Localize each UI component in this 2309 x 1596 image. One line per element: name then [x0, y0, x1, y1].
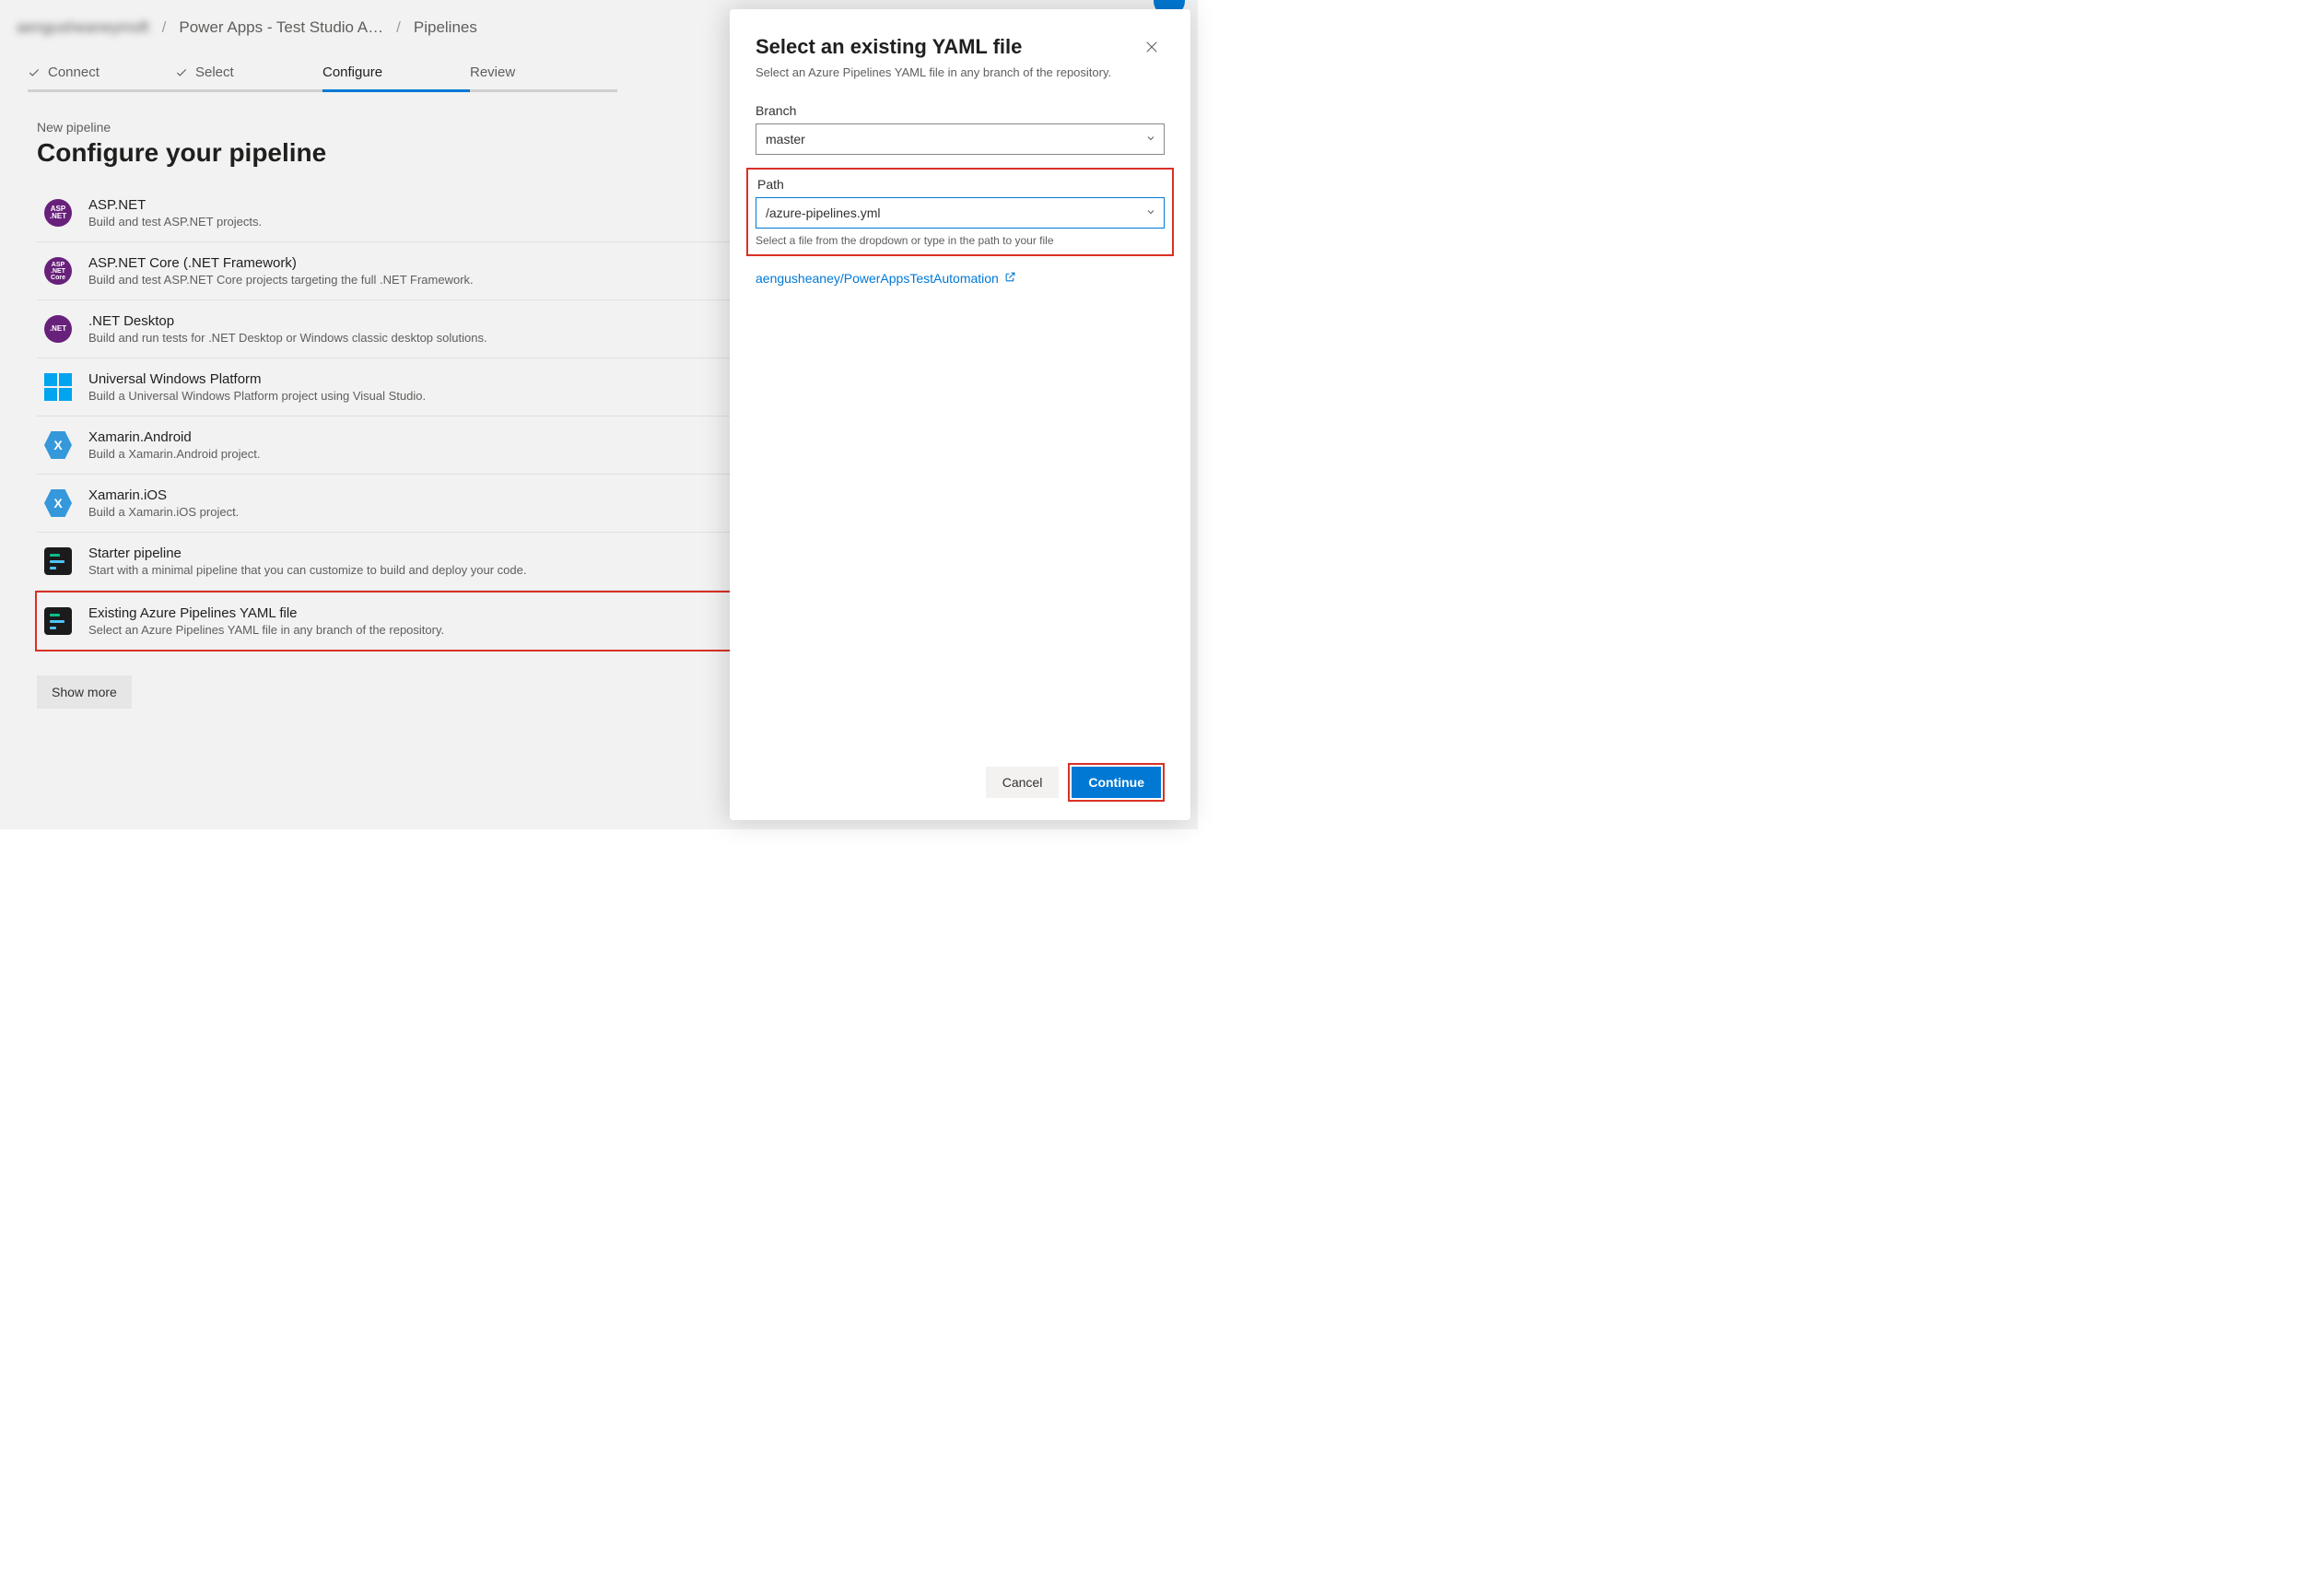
path-hint: Select a file from the dropdown or type …: [756, 234, 1165, 247]
panel-title: Select an existing YAML file: [756, 35, 1111, 59]
panel-subtitle: Select an Azure Pipelines YAML file in a…: [756, 65, 1111, 81]
breadcrumb-page[interactable]: Pipelines: [414, 18, 477, 37]
close-icon: [1143, 39, 1160, 58]
step-review[interactable]: Review: [470, 65, 617, 92]
chevron-down-icon: [1145, 132, 1156, 147]
chevron-down-icon: [1145, 205, 1156, 220]
continue-button[interactable]: Continue: [1072, 767, 1161, 798]
yaml-file-panel: Select an existing YAML file Select an A…: [730, 9, 1190, 820]
step-connect[interactable]: Connect: [28, 65, 175, 92]
path-label: Path: [757, 177, 1165, 192]
branch-label: Branch: [756, 103, 1165, 118]
yaml-icon: [44, 547, 72, 575]
close-button[interactable]: [1139, 35, 1165, 61]
aspnetcore-icon: ASP .NET Core: [44, 257, 72, 285]
check-icon: [28, 66, 41, 79]
netdesktop-icon: .NET: [44, 315, 72, 343]
windows-icon: [44, 373, 72, 401]
show-more-button[interactable]: Show more: [37, 675, 132, 709]
branch-dropdown[interactable]: master: [756, 123, 1165, 155]
breadcrumb-org[interactable]: aengusheaneymsft: [17, 18, 149, 37]
path-dropdown[interactable]: /azure-pipelines.yml: [756, 197, 1165, 229]
yaml-icon: [44, 607, 72, 635]
xamarin-icon: X: [44, 431, 72, 459]
breadcrumb-project[interactable]: Power Apps - Test Studio A…: [179, 18, 383, 37]
repo-link[interactable]: aengusheaney/PowerAppsTestAutomation: [756, 271, 1165, 286]
check-icon: [175, 66, 188, 79]
external-link-icon: [1004, 271, 1016, 286]
cancel-button[interactable]: Cancel: [986, 767, 1060, 798]
xamarin-icon: X: [44, 489, 72, 517]
step-select[interactable]: Select: [175, 65, 322, 92]
aspnet-icon: ASP .NET: [44, 199, 72, 227]
step-configure[interactable]: Configure: [322, 65, 470, 92]
